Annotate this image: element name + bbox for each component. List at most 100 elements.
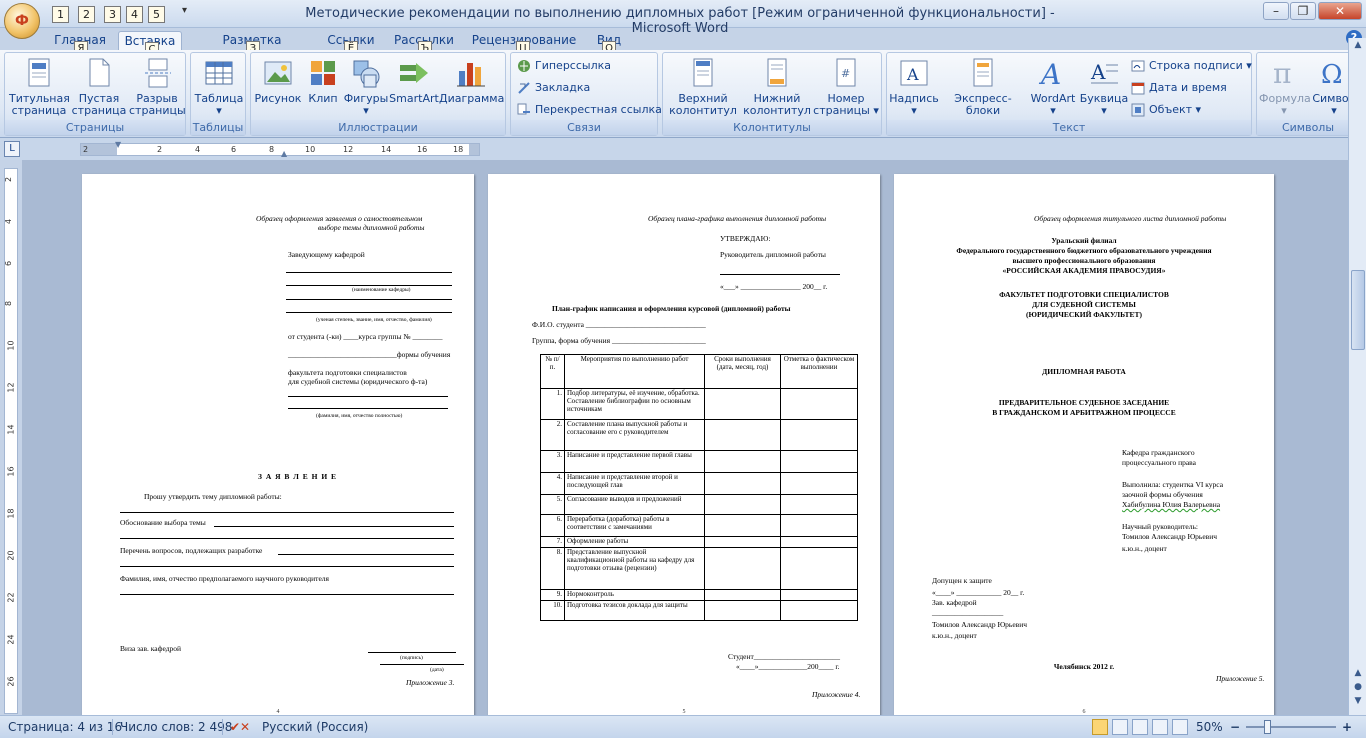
web-layout-view-button[interactable]: [1132, 719, 1148, 735]
p5-group: Группа, форма обучения _________________…: [532, 336, 706, 345]
qat-keytip-3[interactable]: 3: [104, 6, 121, 23]
wordart-button[interactable]: A WordArt ▾: [1027, 57, 1079, 117]
p6-org-3: высшего профессионального образования: [1012, 256, 1156, 265]
footer-button[interactable]: Нижний колонтитул ▾: [741, 57, 813, 129]
picture-button[interactable]: Рисунок: [253, 57, 303, 105]
equation-button[interactable]: π Формула ▾: [1259, 57, 1311, 117]
p4-header-2: выборе темы дипломной работы: [318, 223, 425, 232]
textbox-button[interactable]: A Надпись ▾: [889, 57, 939, 117]
hanging-indent-marker[interactable]: ▲: [281, 149, 287, 158]
tab-home[interactable]: Главная Я: [44, 31, 116, 56]
header-button[interactable]: Верхний колонтитул ▾: [667, 57, 739, 129]
page-4[interactable]: Образец оформления заявления о самостоят…: [82, 174, 474, 715]
minimize-button[interactable]: –: [1263, 2, 1289, 20]
chart-button[interactable]: Диаграмма: [439, 57, 505, 105]
print-layout-view-button[interactable]: [1092, 719, 1108, 735]
office-button[interactable]: Ф: [4, 3, 40, 39]
outline-view-button[interactable]: [1152, 719, 1168, 735]
tab-references[interactable]: Ссылки Ё: [322, 31, 380, 56]
vertical-scrollbar[interactable]: ▲ ▲ ● ▼: [1348, 38, 1366, 715]
p4-questions: Перечень вопросов, подлежащих разработке: [120, 546, 263, 555]
object-label: Объект ▾: [1149, 103, 1202, 116]
tab-view[interactable]: Вид О: [590, 31, 628, 56]
first-line-indent-marker[interactable]: ▼: [115, 140, 121, 149]
p6-header: Образец оформления титульного листа дипл…: [1034, 214, 1227, 223]
date-time-button[interactable]: Дата и время: [1131, 81, 1227, 95]
zoom-in-button[interactable]: +: [1342, 720, 1352, 734]
zoom-level[interactable]: 50%: [1196, 720, 1223, 734]
object-button[interactable]: Объект ▾: [1131, 103, 1201, 117]
blank-page-button[interactable]: Пустая страница: [71, 57, 127, 117]
zoom-out-button[interactable]: −: [1230, 720, 1240, 734]
zoom-slider-track[interactable]: [1246, 726, 1336, 728]
scrollbar-thumb[interactable]: [1351, 270, 1365, 350]
qat-keytip-4[interactable]: 4: [126, 6, 143, 23]
word-count-status[interactable]: Число слов: 2 498: [120, 720, 232, 734]
tab-review[interactable]: Рецензирование Ц: [470, 31, 578, 56]
page-6[interactable]: Образец оформления титульного листа дипл…: [894, 174, 1274, 715]
scroll-up-page-icon[interactable]: ▲: [1351, 668, 1365, 682]
svg-text:Ω: Ω: [1321, 60, 1343, 89]
tab-insert[interactable]: Вставка С: [118, 31, 182, 57]
cross-reference-button[interactable]: Перекрестная ссылка: [517, 103, 662, 117]
qat-keytip-2[interactable]: 2: [78, 6, 95, 23]
close-button[interactable]: ✕: [1318, 2, 1362, 20]
date-time-label: Дата и время: [1149, 81, 1227, 94]
vertical-ruler[interactable]: 2 4 6 8 10 12 14 16 18 20 22 24 26: [4, 168, 18, 714]
ribbon: Титульная страница ▾ Пустая страница Раз…: [0, 50, 1366, 138]
horizontal-ruler[interactable]: 2 2 4 6 8 10 12 14 16 18 ▼ ▲: [80, 140, 480, 158]
shapes-button[interactable]: Фигуры ▾: [343, 57, 389, 117]
scroll-up-icon[interactable]: ▲: [1351, 40, 1365, 54]
p6-done-3: Хабибулина Юлия Валерьевна: [1122, 500, 1221, 509]
clip-button[interactable]: Клип: [305, 57, 341, 105]
select-browse-object-icon[interactable]: ●: [1351, 682, 1365, 696]
status-separator: [222, 719, 223, 735]
chart-label: Диаграмма: [439, 92, 505, 105]
tab-selector-button[interactable]: L: [4, 141, 20, 157]
page-count-status[interactable]: Страница: 4 из 16: [8, 720, 122, 734]
scroll-down-page-icon[interactable]: ▼: [1351, 696, 1365, 710]
tab-mailings[interactable]: Рассылки Ъ: [390, 31, 458, 56]
table-button[interactable]: Таблица ▾: [193, 57, 245, 117]
plan-cell: [780, 388, 858, 420]
signature-line-button[interactable]: Строка подписи ▾: [1131, 59, 1252, 73]
group-label-links: Связи: [511, 120, 657, 135]
page-5[interactable]: Образец плана-графика выполнения дипломн…: [488, 174, 880, 715]
p4-title: З А Я В Л Е Н И Е: [258, 472, 338, 481]
full-screen-view-button[interactable]: [1112, 719, 1128, 735]
cover-page-button[interactable]: Титульная страница ▾: [9, 57, 70, 129]
smartart-button[interactable]: SmartArt: [389, 57, 439, 105]
ruler-tick: 16: [417, 145, 428, 154]
language-status[interactable]: Русский (Россия): [262, 720, 368, 734]
blank-page-label-2: страница: [71, 104, 127, 117]
p6-done-1: Выполнила: студентка VI курса: [1122, 480, 1224, 489]
p6-admit-3: Зав. кафедрой: [932, 598, 977, 607]
signature-line-icon: [1131, 59, 1145, 73]
group-links: Гиперссылка Закладка Перекрестная ссылка…: [510, 52, 662, 136]
vruler-tick: 12: [6, 382, 16, 393]
p5-student: Ф.И.О. студента ________________________…: [532, 320, 706, 329]
document-canvas[interactable]: Образец оформления заявления о самостоят…: [22, 160, 1348, 715]
drop-cap-button[interactable]: A Буквица ▾: [1079, 57, 1129, 117]
qat-customize-icon[interactable]: ▾: [182, 5, 187, 16]
p4-sign-hint: (подпись): [400, 655, 423, 661]
drop-cap-icon: A: [1088, 57, 1120, 89]
spelling-check-icon[interactable]: ✔✕: [230, 720, 250, 734]
p6-appendix: Приложение 5.: [1216, 674, 1265, 683]
restore-button[interactable]: ❐: [1290, 2, 1316, 20]
draft-view-button[interactable]: [1172, 719, 1188, 735]
qat-keytip-1[interactable]: 1: [52, 6, 69, 23]
p4-appendix: Приложение 3.: [406, 678, 455, 687]
hyperlink-button[interactable]: Гиперссылка: [517, 59, 611, 73]
zoom-slider-thumb[interactable]: [1264, 720, 1271, 734]
cross-reference-icon: [517, 103, 531, 117]
quick-parts-button[interactable]: Экспресс-блоки ▾: [939, 57, 1027, 129]
qat-keytip-5[interactable]: 5: [148, 6, 165, 23]
p6-org-1: Уральский филиал: [1051, 236, 1117, 245]
page-break-button[interactable]: Разрыв страницы: [129, 57, 186, 117]
bookmark-button[interactable]: Закладка: [517, 81, 590, 95]
page-number-button[interactable]: # Номер страницы ▾: [813, 57, 879, 117]
plan-col-done: Отметка о фактическом выполнении: [780, 354, 858, 389]
plan-cell: [704, 419, 781, 451]
tab-page-layout[interactable]: Разметка страницы З: [192, 31, 312, 65]
